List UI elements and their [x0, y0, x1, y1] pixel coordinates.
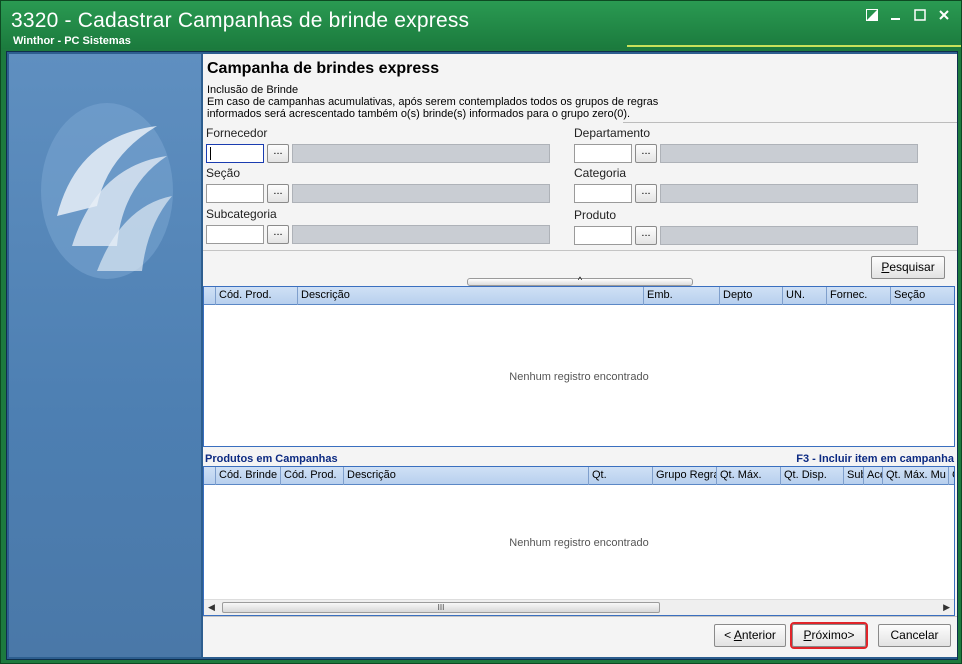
section-shortcut-hint: F3 - Incluir item em campanha — [796, 453, 954, 465]
produto-lookup-button[interactable]: ... — [635, 226, 657, 245]
divider — [623, 122, 957, 123]
anterior-button[interactable]: < Anterior — [714, 624, 786, 647]
products-grid[interactable]: Cód. Prod. Descrição Emb. Depto UN. Forn… — [203, 286, 955, 447]
grid-column-header[interactable]: Cód. Brinde — [215, 467, 280, 485]
departamento-label: Departamento — [574, 126, 651, 140]
scroll-right-icon[interactable]: ▶ — [943, 602, 950, 613]
window-title: 3320 - Cadastrar Campanhas de brinde exp… — [11, 9, 470, 32]
info-line-3: informados será acrescentado também o(s)… — [207, 108, 631, 120]
departamento-description-field — [660, 144, 918, 163]
grid-column-header[interactable]: Qt. — [588, 467, 652, 485]
grid-column-header[interactable]: Emb. — [643, 287, 719, 305]
secao-code-input[interactable] — [206, 184, 264, 203]
scroll-left-icon[interactable]: ◀ — [208, 602, 215, 613]
info-line-2: Em caso de campanhas acumulativas, após … — [207, 96, 659, 108]
produto-label: Produto — [574, 208, 617, 222]
winthor-logo-icon — [41, 103, 173, 279]
fornecedor-lookup-button[interactable]: ... — [267, 144, 289, 163]
grid-column-header[interactable]: Descrição — [343, 467, 588, 485]
restore-layout-icon[interactable] — [863, 9, 881, 25]
proximo-button[interactable]: Próximo> — [790, 622, 868, 649]
categoria-code-input[interactable] — [574, 184, 632, 203]
produto-code-input[interactable] — [574, 226, 632, 245]
pesquisar-button[interactable]: Pesquisar — [871, 256, 945, 279]
categoria-label: Categoria — [574, 166, 627, 180]
fornecedor-description-field — [292, 144, 550, 163]
categoria-lookup-button[interactable]: ... — [635, 184, 657, 203]
grid-column-header[interactable]: Grupo Regra — [652, 467, 716, 485]
grid-column-header[interactable]: Cód. Prod. — [280, 467, 343, 485]
client-area: Campanha de brindes express Inclusão de … — [6, 51, 958, 660]
grid-column-header[interactable]: Fornec. — [826, 287, 890, 305]
grid-column-header[interactable]: Ace — [863, 467, 882, 485]
minimize-icon[interactable] — [887, 9, 905, 25]
departamento-code-input[interactable] — [574, 144, 632, 163]
subcategoria-description-field — [292, 225, 550, 244]
subcategoria-lookup-button[interactable]: ... — [267, 225, 289, 244]
section-title: Produtos em Campanhas — [205, 453, 338, 465]
grid-column-header[interactable]: Depto — [719, 287, 782, 305]
grid-column-header[interactable]: UN. — [782, 287, 826, 305]
grid-column-header[interactable]: Cód. Prod. — [215, 287, 297, 305]
grid-column-header[interactable]: C — [948, 467, 954, 485]
grid-column-header[interactable]: Sub — [843, 467, 863, 485]
info-line-1: Inclusão de Brinde — [207, 84, 299, 96]
products-grid-empty-text: Nenhum registro encontrado — [509, 371, 649, 383]
secao-description-field — [292, 184, 550, 203]
divider — [203, 250, 957, 251]
scrollbar-thumb[interactable]: III — [222, 602, 660, 613]
horizontal-scrollbar[interactable]: ◀ III ▶ — [204, 599, 954, 615]
divider — [203, 616, 957, 617]
fornecedor-label: Fornecedor — [206, 126, 268, 140]
title-accent-line — [627, 45, 961, 47]
page-title: Campanha de brindes express — [207, 60, 440, 77]
maximize-icon[interactable] — [911, 9, 929, 25]
window-subtitle: Winthor - PC Sistemas — [13, 35, 131, 47]
close-icon[interactable] — [935, 9, 953, 25]
panel-splitter[interactable]: ^ — [467, 276, 693, 286]
application-window: 3320 - Cadastrar Campanhas de brinde exp… — [0, 0, 962, 664]
campaign-grid-empty-text: Nenhum registro encontrado — [509, 537, 649, 549]
grid-column-header[interactable]: Qt. Disp. — [780, 467, 843, 485]
campaign-products-grid-header: Cód. Brinde Cód. Prod. Descrição Qt. Gru… — [204, 467, 954, 485]
subcategoria-code-input[interactable] — [206, 225, 264, 244]
cancelar-button[interactable]: Cancelar — [878, 624, 951, 647]
side-banner — [9, 54, 201, 657]
secao-label: Seção — [206, 166, 241, 180]
campaign-products-grid[interactable]: Cód. Brinde Cód. Prod. Descrição Qt. Gru… — [203, 466, 955, 616]
fornecedor-code-input[interactable] — [206, 144, 264, 163]
departamento-lookup-button[interactable]: ... — [635, 144, 657, 163]
grid-column-header[interactable]: Qt. Máx. — [716, 467, 780, 485]
grid-column-header[interactable]: Seção — [890, 287, 954, 305]
products-grid-header: Cód. Prod. Descrição Emb. Depto UN. Forn… — [204, 287, 954, 305]
grid-column-header[interactable]: Qt. Máx. Mu — [882, 467, 948, 485]
wizard-content: Campanha de brindes express Inclusão de … — [203, 54, 957, 657]
title-bar[interactable]: 3320 - Cadastrar Campanhas de brinde exp… — [1, 1, 961, 49]
produto-description-field — [660, 226, 918, 245]
secao-lookup-button[interactable]: ... — [267, 184, 289, 203]
categoria-description-field — [660, 184, 918, 203]
subcategoria-label: Subcategoria — [206, 207, 277, 221]
grid-column-header[interactable]: Descrição — [297, 287, 643, 305]
